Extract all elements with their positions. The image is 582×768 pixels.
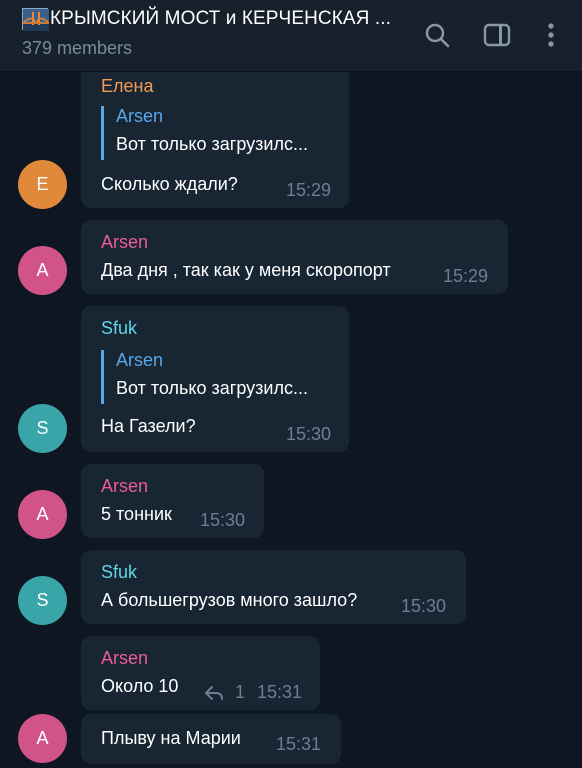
- chat-title-row[interactable]: КРЫМСКИЙ МОСТ и КЕРЧЕНСКАЯ ...: [22, 8, 392, 31]
- message-bubble[interactable]: Елена Arsen Вот только загрузилс... Скол…: [81, 72, 349, 208]
- message-bubble[interactable]: Sfuk А большегрузов много зашло? 15:30: [81, 550, 466, 624]
- sender-name[interactable]: Sfuk: [101, 318, 137, 339]
- reply-text: Вот только загрузилс...: [116, 134, 308, 154]
- members-count: 379 members: [22, 38, 133, 58]
- sender-name[interactable]: Arsen: [101, 232, 148, 253]
- avatar[interactable]: A: [18, 246, 67, 295]
- chat-title: КРЫМСКИЙ МОСТ и КЕРЧЕНСКАЯ ...: [50, 8, 392, 29]
- side-panel-icon: [483, 23, 511, 47]
- message-bubble[interactable]: Sfuk Arsen Вот только загрузилс... На Га…: [81, 306, 349, 452]
- avatar[interactable]: S: [18, 576, 67, 625]
- avatar[interactable]: A: [18, 490, 67, 539]
- message-text: Сколько ждали?: [101, 174, 238, 194]
- replies-counter[interactable]: 1: [205, 682, 245, 703]
- message-text: Два дня , так как у меня скоропорт: [101, 260, 391, 280]
- reply-text: Вот только загрузилс...: [116, 378, 308, 398]
- bridge-emoji-icon: [22, 8, 49, 31]
- message-text: На Газели?: [101, 416, 196, 436]
- message-time: 15:30: [286, 424, 332, 444]
- reply-sender: Arsen: [116, 106, 164, 126]
- message-bubble[interactable]: Arsen Два дня , так как у меня скоропорт…: [81, 220, 508, 294]
- chat-header[interactable]: КРЫМСКИЙ МОСТ и КЕРЧЕНСКАЯ ... 379 membe…: [0, 0, 582, 72]
- message-bubble[interactable]: Arsen 5 тонник 15:30: [81, 464, 264, 538]
- message-text: 5 тонник: [101, 504, 172, 524]
- reply-quote[interactable]: Arsen Вот только загрузилс...: [101, 350, 308, 404]
- reply-sender: Arsen: [116, 350, 164, 370]
- sender-name[interactable]: Елена: [101, 76, 153, 97]
- reply-quote[interactable]: Arsen Вот только загрузилс...: [101, 106, 308, 160]
- message-bubble[interactable]: Arsen Около 10 1 15:31: [81, 636, 320, 710]
- sender-name[interactable]: Arsen: [101, 476, 148, 497]
- message-time: 15:31: [276, 734, 322, 754]
- message-time: 15:29: [443, 266, 489, 286]
- reply-arrow-icon: [205, 685, 223, 700]
- avatar[interactable]: S: [18, 404, 67, 453]
- sender-name[interactable]: Arsen: [101, 648, 148, 669]
- search-icon: [425, 23, 450, 48]
- sender-name[interactable]: Sfuk: [101, 562, 137, 583]
- message-time: 15:31: [257, 682, 303, 702]
- chat-window: КРЫМСКИЙ МОСТ и КЕРЧЕНСКАЯ ... 379 membe…: [0, 0, 582, 768]
- more-menu-button[interactable]: [534, 18, 568, 52]
- message-text: Около 10: [101, 676, 179, 696]
- message-time: 15:30: [401, 596, 447, 616]
- message-text: А большегрузов много зашло?: [101, 590, 358, 610]
- search-button[interactable]: [420, 18, 454, 52]
- side-panel-button[interactable]: [480, 18, 514, 52]
- message-time: 15:29: [286, 180, 332, 200]
- more-vert-icon: [548, 23, 554, 47]
- replies-count: 1: [235, 682, 246, 702]
- message-text: Плыву на Марии: [101, 728, 241, 748]
- avatar[interactable]: Е: [18, 160, 67, 209]
- message-bubble[interactable]: Плыву на Марии 15:31: [81, 714, 341, 764]
- avatar[interactable]: A: [18, 714, 67, 763]
- message-time: 15:30: [200, 510, 246, 530]
